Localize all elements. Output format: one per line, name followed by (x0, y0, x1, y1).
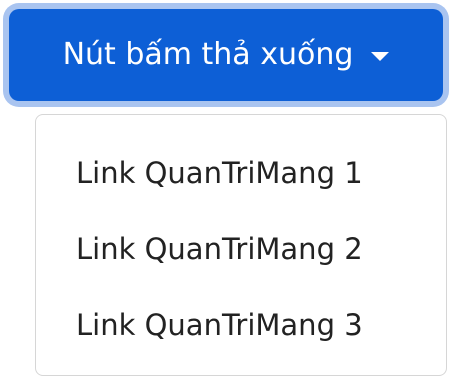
dropdown: Nút bấm thả xuống Link QuanTriMang 1 Lin… (0, 0, 452, 379)
dropdown-toggle-button[interactable]: Nút bấm thả xuống (9, 9, 443, 101)
caret-down-icon (371, 51, 390, 61)
dropdown-menu: Link QuanTriMang 1 Link QuanTriMang 2 Li… (35, 114, 447, 376)
dropdown-item-link-3[interactable]: Link QuanTriMang 3 (36, 287, 446, 363)
dropdown-toggle-label: Nút bấm thả xuống (62, 37, 354, 72)
dropdown-item-link-1[interactable]: Link QuanTriMang 1 (36, 135, 446, 211)
dropdown-item-link-2[interactable]: Link QuanTriMang 2 (36, 211, 446, 287)
